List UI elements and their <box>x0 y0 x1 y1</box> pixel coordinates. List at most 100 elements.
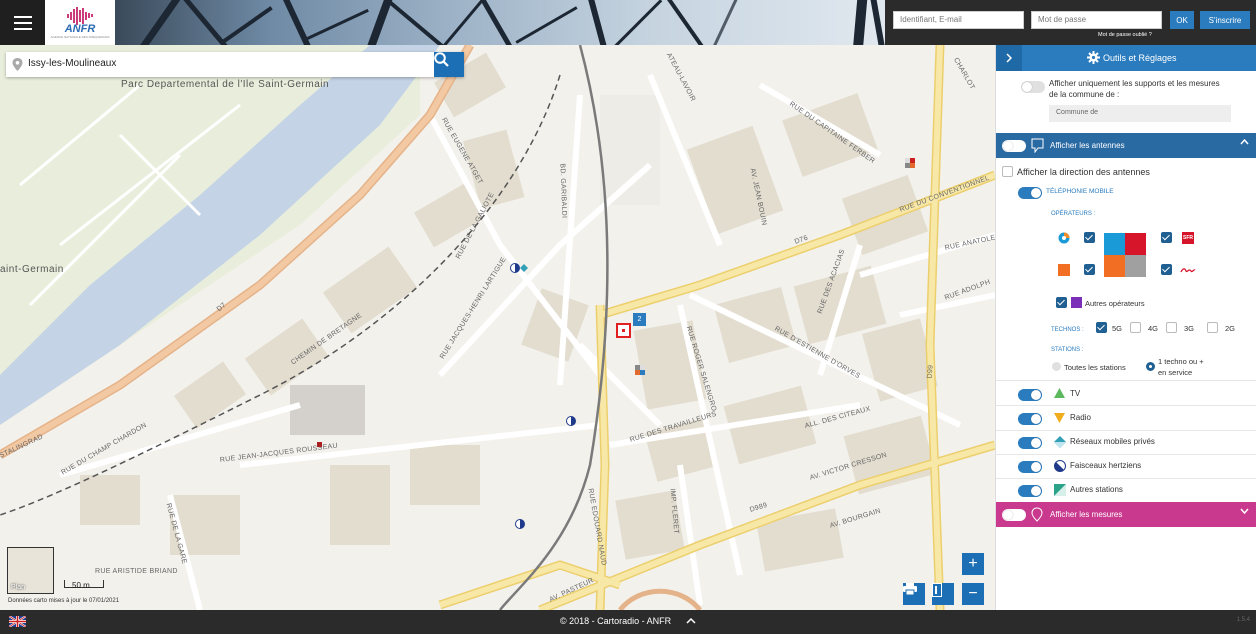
login-ok-button[interactable]: OK <box>1170 11 1194 29</box>
footer-copyright: © 2018 - Cartoradio - ANFR <box>560 616 672 626</box>
antennas-toggle[interactable] <box>1002 140 1026 152</box>
legend-icon <box>932 583 942 597</box>
zoom-in-button[interactable]: + <box>962 553 984 575</box>
orange-logo-icon <box>1058 264 1070 276</box>
commune-input[interactable]: Commune de <box>1049 105 1231 122</box>
forgot-password-link[interactable]: Mot de passe oublié ? <box>1098 32 1152 38</box>
corner-icon <box>1054 484 1066 496</box>
logo-tagline: AGENCE NATIONALE DES FRÉQUENCES <box>50 34 110 39</box>
layer-private-networks-toggle[interactable] <box>1018 437 1042 449</box>
other-operators-label: Autres opérateurs <box>1085 299 1145 308</box>
printer-icon <box>903 583 917 595</box>
signup-button[interactable]: S'inscrire <box>1200 11 1250 29</box>
zoom-out-button[interactable]: − <box>962 583 984 605</box>
mobile-telephony-label: TÉLÉPHONIE MOBILE <box>1046 188 1114 195</box>
antenna-direction-checkbox[interactable] <box>1002 166 1013 177</box>
row-divider <box>996 454 1256 455</box>
in-service-radio[interactable] <box>1146 362 1155 371</box>
all-stations-label: Toutes les stations <box>1064 363 1126 372</box>
search-input[interactable]: Issy-les-Moulineaux <box>28 58 116 69</box>
legend-button[interactable] <box>932 583 954 605</box>
techno-2g-label: 2G <box>1225 324 1236 333</box>
diamond-icon <box>1054 436 1066 448</box>
login-area: Identifiant, E-mail Mot de passe OK S'in… <box>886 0 1256 45</box>
chevron-right-icon <box>1006 53 1012 63</box>
layer-tv-toggle[interactable] <box>1018 389 1042 401</box>
in-service-label: en service <box>1158 368 1193 377</box>
antenna-direction-label: Afficher la direction des antennes <box>1017 167 1150 177</box>
tools-panel: Outils et Réglages Afficher uniquement l… <box>995 45 1256 610</box>
layer-other-stations-label: Autres stations <box>1070 485 1123 494</box>
operator-color-sfr <box>1125 233 1146 255</box>
chevron-up-icon <box>1240 139 1249 145</box>
commune-filter-label: Afficher uniquement les supports et les … <box>1049 79 1220 99</box>
operators-label: OPÉRATEURS : <box>1051 211 1096 217</box>
techno-4g-checkbox[interactable] <box>1130 322 1141 333</box>
login-input[interactable]: Identifiant, E-mail <box>893 11 1024 29</box>
panel-header: Outils et Réglages <box>996 45 1256 71</box>
app-version: 1.5.4 <box>1236 617 1250 623</box>
row-divider <box>996 430 1256 431</box>
antennas-section-header[interactable]: Afficher les antennes <box>996 133 1256 158</box>
techno-5g-checkbox[interactable] <box>1096 322 1107 333</box>
row-divider <box>996 405 1256 406</box>
basemap-label: Plan <box>11 584 26 591</box>
selected-antenna-marker-icon[interactable] <box>616 323 631 338</box>
map-attribution: Données carto mises à jour le 07/01/2021 <box>8 598 120 604</box>
commune-filter-toggle[interactable] <box>1021 81 1045 93</box>
free-checkbox[interactable] <box>1161 264 1172 275</box>
other-operators-checkbox[interactable] <box>1056 297 1067 308</box>
anfr-logo[interactable]: ANFR AGENCE NATIONALE DES FRÉQUENCES <box>45 0 115 45</box>
sfr-logo-icon: SFR <box>1182 232 1194 244</box>
menu-burger-button[interactable] <box>0 0 45 45</box>
row-divider <box>996 380 1256 381</box>
free-logo-icon <box>1180 268 1196 273</box>
layer-radio-label: Radio <box>1070 413 1091 422</box>
operator-color-bouygues <box>1104 233 1125 255</box>
map-canvas[interactable]: Parc Departemental de l'Ile Saint-Germai… <box>0 45 995 610</box>
location-pin-icon <box>12 58 23 71</box>
layer-tv-label: TV <box>1070 389 1081 398</box>
technos-label: TECHNOS : <box>1051 327 1084 333</box>
layer-radio-links-toggle[interactable] <box>1018 461 1042 473</box>
map-label-road-number: D99 <box>926 364 935 379</box>
uk-flag-icon[interactable] <box>9 616 26 627</box>
password-input[interactable]: Mot de passe <box>1031 11 1162 29</box>
sfr-checkbox[interactable] <box>1161 232 1172 243</box>
measures-section-header[interactable]: Afficher les mesures <box>996 502 1256 527</box>
mobile-telephony-toggle[interactable] <box>1018 187 1042 199</box>
measures-toggle[interactable] <box>1002 509 1026 521</box>
antennas-section-label: Afficher les antennes <box>1050 141 1125 150</box>
search-icon <box>434 52 449 67</box>
all-stations-radio[interactable] <box>1052 362 1061 371</box>
chevron-up-icon[interactable] <box>686 614 696 628</box>
techno-2g-checkbox[interactable] <box>1207 322 1218 333</box>
print-button[interactable] <box>903 583 925 605</box>
bouygues-checkbox[interactable] <box>1084 232 1095 243</box>
layer-radio-toggle[interactable] <box>1018 413 1042 425</box>
cluster-count-badge[interactable]: 2 <box>633 313 646 326</box>
basemap-switcher[interactable]: Plan <box>7 547 54 594</box>
map-label-street: RUE ARISTIDE BRIAND <box>95 568 178 575</box>
footer: © 2018 - Cartoradio - ANFR 1.5.4 <box>0 610 1256 634</box>
other-station-marker-icon[interactable] <box>317 442 322 447</box>
one-techno-label: 1 techno ou + <box>1158 357 1204 366</box>
orange-checkbox[interactable] <box>1084 264 1095 275</box>
layer-radio-links-label: Faisceaux hertziens <box>1070 461 1142 470</box>
layer-private-networks-label: Réseaux mobiles privés <box>1070 437 1155 446</box>
techno-3g-checkbox[interactable] <box>1166 322 1177 333</box>
operator-color-orange <box>1104 255 1125 277</box>
gear-icon <box>1087 51 1100 64</box>
map-label-saint-germain: aint-Germain <box>0 264 64 275</box>
logo-text: ANFR <box>64 22 96 35</box>
measures-section-label: Afficher les mesures <box>1050 510 1123 519</box>
layer-other-stations-toggle[interactable] <box>1018 485 1042 497</box>
bouygues-logo-icon <box>1058 232 1070 244</box>
scale-label: 50 m <box>72 581 90 590</box>
panel-title: Outils et Réglages <box>1103 53 1177 63</box>
techno-3g-label: 3G <box>1184 324 1195 333</box>
top-header: ANFR AGENCE NATIONALE DES FRÉQUENCES Ide… <box>0 0 1256 45</box>
header-banner-image <box>115 0 885 45</box>
panel-collapse-button[interactable] <box>996 45 1022 71</box>
search-button[interactable] <box>434 52 464 77</box>
